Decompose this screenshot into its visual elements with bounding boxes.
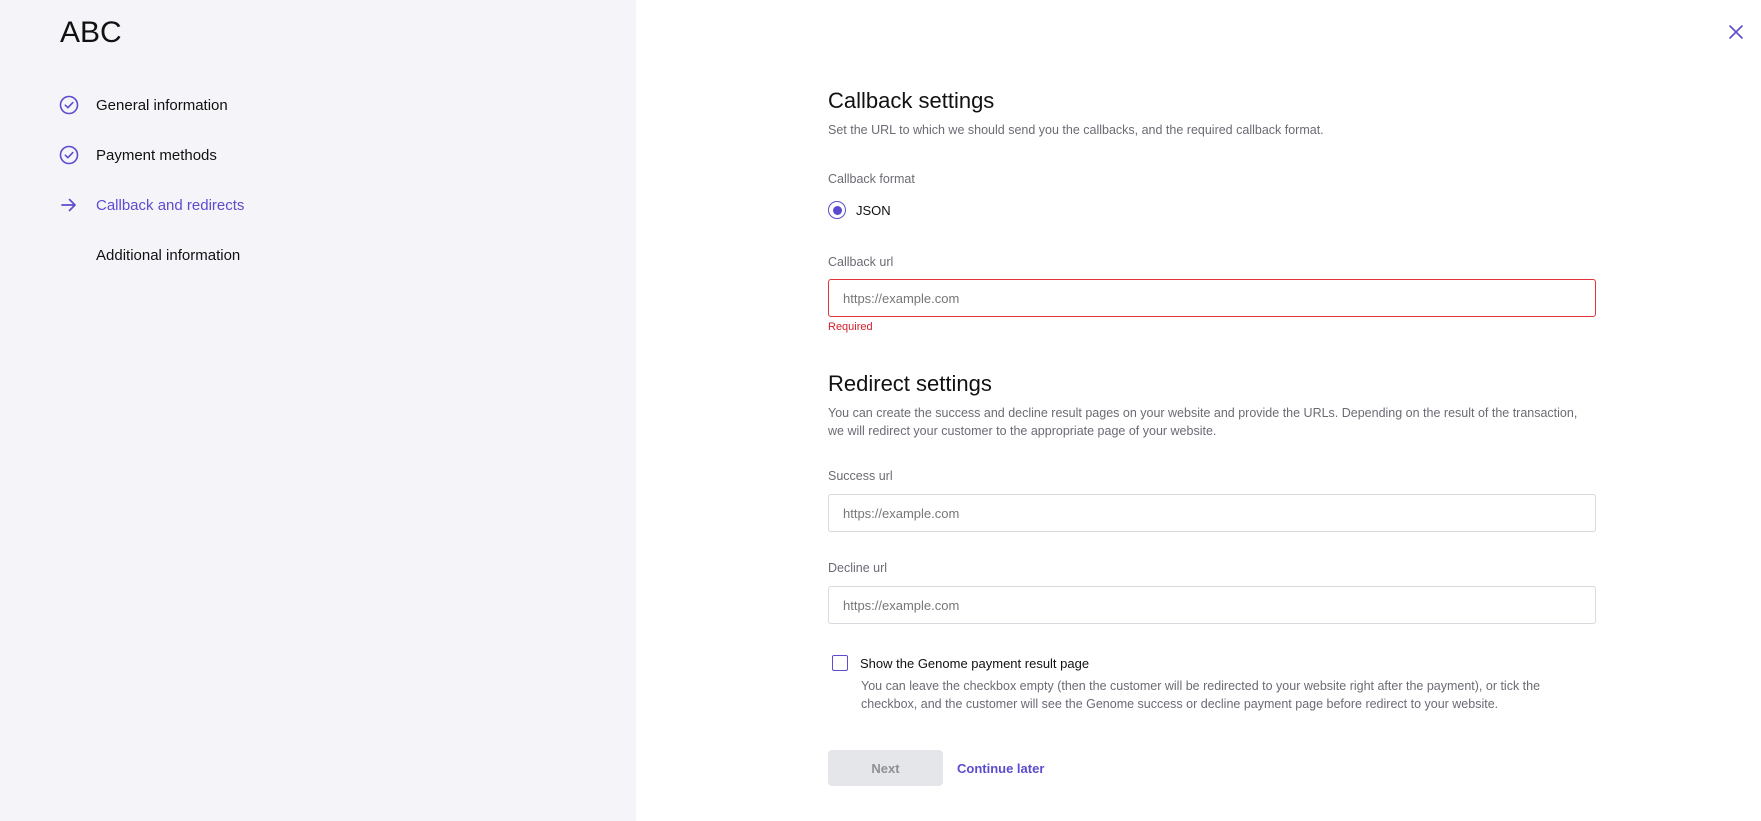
arrow-right-icon: [58, 194, 80, 216]
callback-format-label: Callback format: [828, 172, 915, 186]
genome-result-page-label: Show the Genome payment result page: [860, 655, 1090, 671]
decline-url-input[interactable]: [828, 586, 1596, 624]
step-general-information[interactable]: General information: [58, 80, 244, 130]
json-radio[interactable]: [828, 201, 846, 219]
close-button[interactable]: [1724, 22, 1748, 46]
step-payment-methods[interactable]: Payment methods: [58, 130, 244, 180]
check-circle-icon: [58, 94, 80, 116]
step-icon-placeholder: [58, 244, 80, 266]
step-label: Payment methods: [96, 146, 217, 164]
next-button[interactable]: Next: [828, 750, 943, 786]
continue-later-link[interactable]: Continue later: [957, 761, 1044, 776]
step-label: Callback and redirects: [96, 196, 245, 214]
genome-result-page-option[interactable]: Show the Genome payment result page: [832, 655, 1089, 671]
step-callback-and-redirects[interactable]: Callback and redirects: [58, 180, 244, 230]
step-label: General information: [96, 96, 228, 114]
genome-result-page-help: You can leave the checkbox empty (then t…: [861, 679, 1541, 711]
step-label: Additional information: [96, 246, 241, 264]
decline-url-label: Decline url: [828, 561, 888, 575]
close-icon: [1728, 24, 1744, 45]
callback-url-error: Required: [828, 321, 873, 333]
callback-format-option[interactable]: JSON: [828, 201, 891, 219]
callback-url-input[interactable]: [828, 279, 1596, 317]
redirect-settings-title: Redirect settings: [828, 371, 992, 396]
json-radio-label: JSON: [856, 202, 891, 218]
step-additional-information[interactable]: Additional information: [58, 230, 244, 280]
sidebar: ABC General information Payment methods …: [0, 0, 636, 821]
callback-url-label: Callback url: [828, 255, 894, 269]
genome-result-page-checkbox[interactable]: [832, 655, 848, 671]
callback-settings-description: Set the URL to which we should send you …: [828, 123, 1324, 137]
check-circle-icon: [58, 144, 80, 166]
brand-title: ABC: [60, 16, 122, 49]
success-url-input[interactable]: [828, 494, 1596, 532]
success-url-label: Success url: [828, 469, 893, 483]
radio-selected-dot: [832, 205, 842, 215]
redirect-settings-description: You can create the success and decline r…: [828, 406, 1578, 438]
step-list: General information Payment methods Call…: [58, 80, 244, 280]
callback-settings-title: Callback settings: [828, 88, 995, 113]
